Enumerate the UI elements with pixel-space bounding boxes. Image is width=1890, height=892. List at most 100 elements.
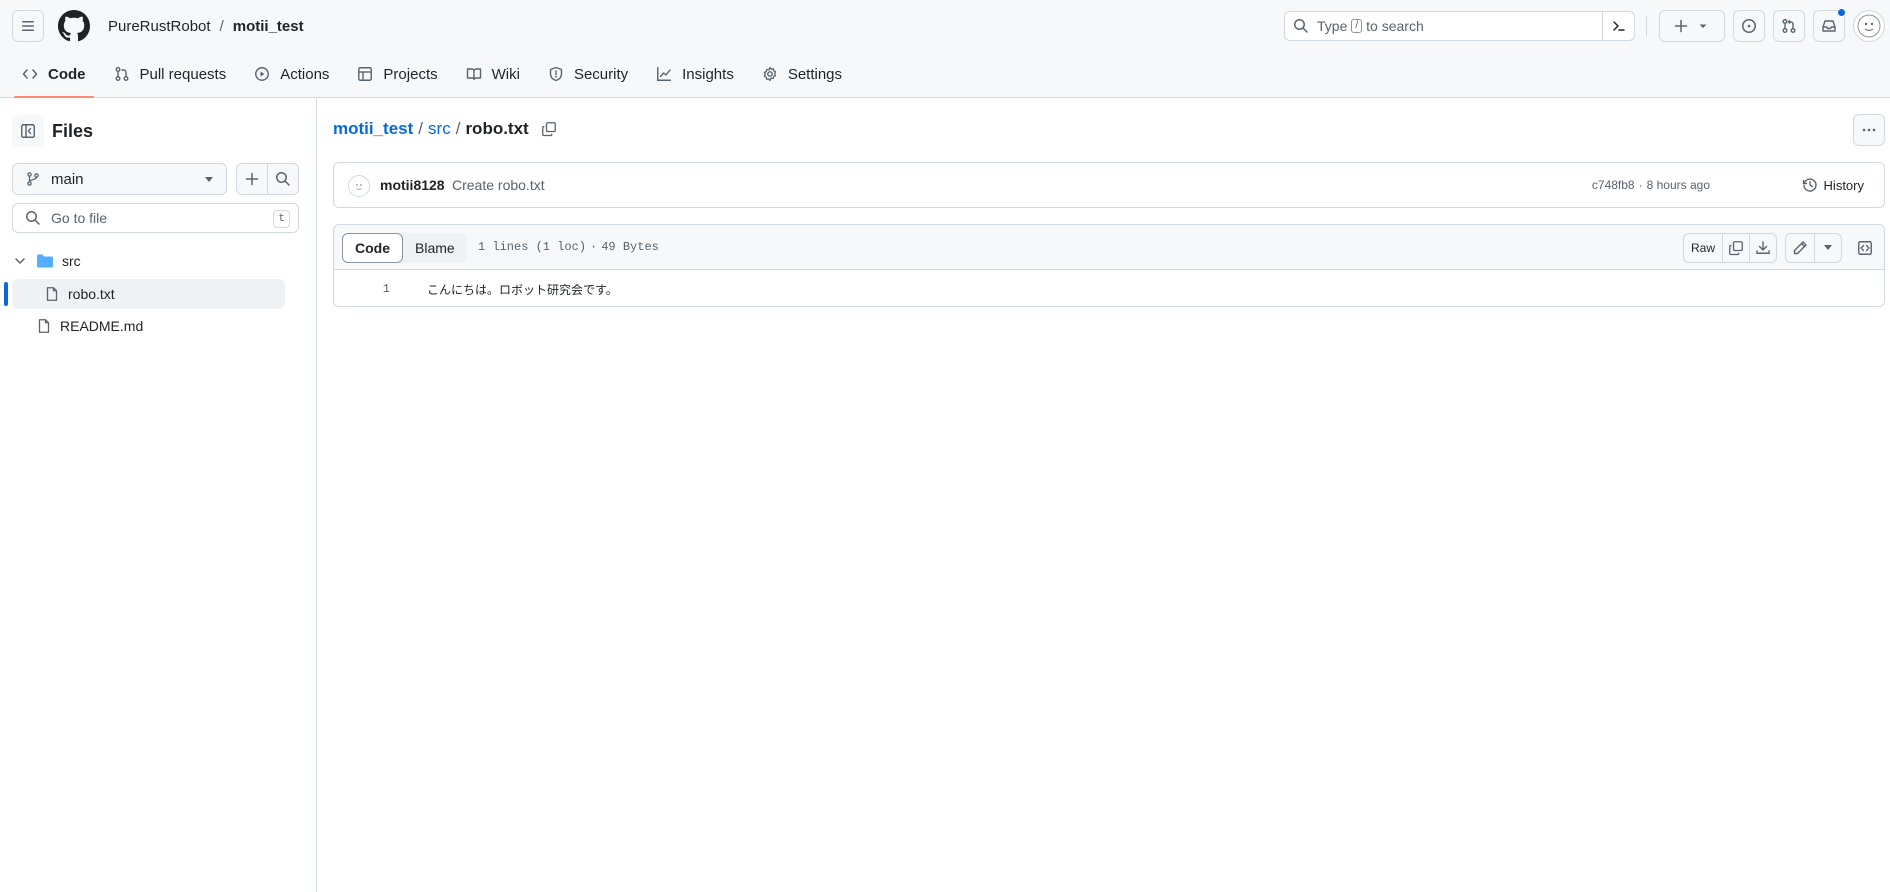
history-label: History [1823,177,1864,193]
raw-actions-group: Raw [1683,233,1777,263]
tab-insights[interactable]: Insights [646,58,744,90]
file-icon [44,286,60,302]
path-separator: / [455,119,461,138]
file-size: 49 Bytes [601,240,659,254]
go-to-file-shortcut: t [273,210,290,228]
commit-sha-link[interactable]: c748fb8 [1592,178,1635,192]
notification-dot [1837,8,1846,17]
copy-icon [541,122,556,137]
add-file-button[interactable] [236,163,268,195]
line-number[interactable]: 1 [334,282,390,296]
tab-label: Insights [682,65,734,83]
line-count: 1 lines (1 loc) [478,240,587,254]
tab-label: Code [48,65,86,83]
owner-link[interactable]: PureRustRobot [108,18,211,35]
active-indicator [4,282,8,306]
search-icon [276,172,290,186]
search-input[interactable]: Type / to search [1284,11,1635,41]
history-icon [1802,177,1818,193]
plus-icon [1674,19,1688,33]
file-header: Code Blame 1 lines (1 loc) · 49 Bytes Ra… [334,225,1884,270]
search-prefix: Type [1317,18,1348,34]
commit-author-avatar[interactable] [348,175,370,197]
tab-pull-requests[interactable]: Pull requests [104,58,237,90]
copy-raw-button[interactable] [1722,233,1750,263]
commit-time: 8 hours ago [1646,178,1710,192]
view-mode-toggle: Code Blame [342,233,467,263]
edit-actions-group [1785,233,1842,263]
info-dot: · [590,240,598,254]
tab-settings[interactable]: Settings [752,58,852,90]
search-shortcut-key: / [1351,19,1363,33]
download-raw-button[interactable] [1749,233,1777,263]
edit-options-button[interactable] [1814,233,1842,263]
latest-commit-bar: motii8128 Create robo.txt c748fb8 · 8 ho… [333,162,1885,208]
tab-actions[interactable]: Actions [244,58,339,90]
kebab-horizontal-icon [1862,128,1876,132]
commit-author-link[interactable]: motii8128 [380,177,445,193]
tab-code[interactable]: Code [12,58,96,98]
meta-dot: · [1638,178,1643,192]
avatar-face-icon [356,184,362,190]
search-icon [1293,18,1309,34]
code-square-icon [1858,241,1872,255]
tab-label: Projects [383,65,438,83]
search-files-button[interactable] [267,163,299,195]
header-divider [1646,16,1647,36]
breadcrumb-separator: / [219,17,224,35]
create-new-button[interactable] [1659,10,1725,42]
tree-item-label: robo.txt [68,286,115,302]
issues-button[interactable] [1733,10,1765,42]
pull-requests-header-button[interactable] [1773,10,1805,42]
raw-button[interactable]: Raw [1683,233,1723,263]
repo-nav: Code Pull requests Actions Projects Wiki… [12,58,860,98]
tree-item-label: README.md [60,318,144,334]
file-icon [36,318,52,334]
app-header: PureRustRobot / motii_test Type / to sea… [0,0,1890,98]
copy-path-button[interactable] [541,121,557,137]
tree-item-readme[interactable]: README.md [12,311,285,341]
tree-item-robo-txt[interactable]: robo.txt [12,279,285,309]
collapse-sidebar-button[interactable] [12,115,44,147]
git-pull-request-icon [1782,19,1796,33]
file-tree-sidebar: Files main Go to file t src robo.txt REA… [0,99,317,892]
symbols-panel-button[interactable] [1851,233,1879,263]
commit-message-link[interactable]: Create robo.txt [452,177,545,193]
book-icon [466,66,482,82]
history-button[interactable]: History [1792,170,1874,200]
go-to-file-placeholder: Go to file [51,210,108,226]
gear-icon [762,66,778,82]
tab-label: Pull requests [139,65,227,83]
symbols-group [1851,233,1879,263]
repo-link[interactable]: motii_test [233,18,304,35]
github-logo-icon[interactable] [58,10,90,42]
issue-opened-icon [1742,19,1756,33]
tree-item-label: src [62,253,81,269]
path-dir-link[interactable]: src [428,119,451,139]
blame-view-button[interactable]: Blame [403,233,467,263]
branch-selector[interactable]: main [12,163,227,195]
line-content: こんにちは。ロボット研究会です。 [427,282,618,297]
branch-name: main [51,170,84,188]
tab-projects[interactable]: Projects [347,58,447,90]
pull-request-icon [114,66,130,82]
path-separator: / [418,119,424,138]
sidebar-collapse-icon [21,124,35,138]
file-info: 1 lines (1 loc) · 49 Bytes [478,240,659,254]
menu-button[interactable] [12,10,44,42]
tab-wiki[interactable]: Wiki [456,58,530,90]
inbox-button[interactable] [1813,8,1846,42]
go-to-file-input[interactable]: Go to file t [12,203,299,233]
user-avatar[interactable] [1853,10,1885,42]
tree-item-src[interactable]: src [12,246,285,276]
hamburger-icon [22,21,34,31]
path-repo-link[interactable]: motii_test [333,119,413,139]
code-view-button[interactable]: Code [342,233,403,263]
plus-icon [245,172,259,186]
download-icon [1756,241,1770,254]
tab-label: Settings [787,65,843,83]
more-options-button[interactable] [1853,114,1885,146]
command-palette-button[interactable] [1602,12,1634,40]
tab-security[interactable]: Security [538,58,638,90]
edit-file-button[interactable] [1785,233,1815,263]
